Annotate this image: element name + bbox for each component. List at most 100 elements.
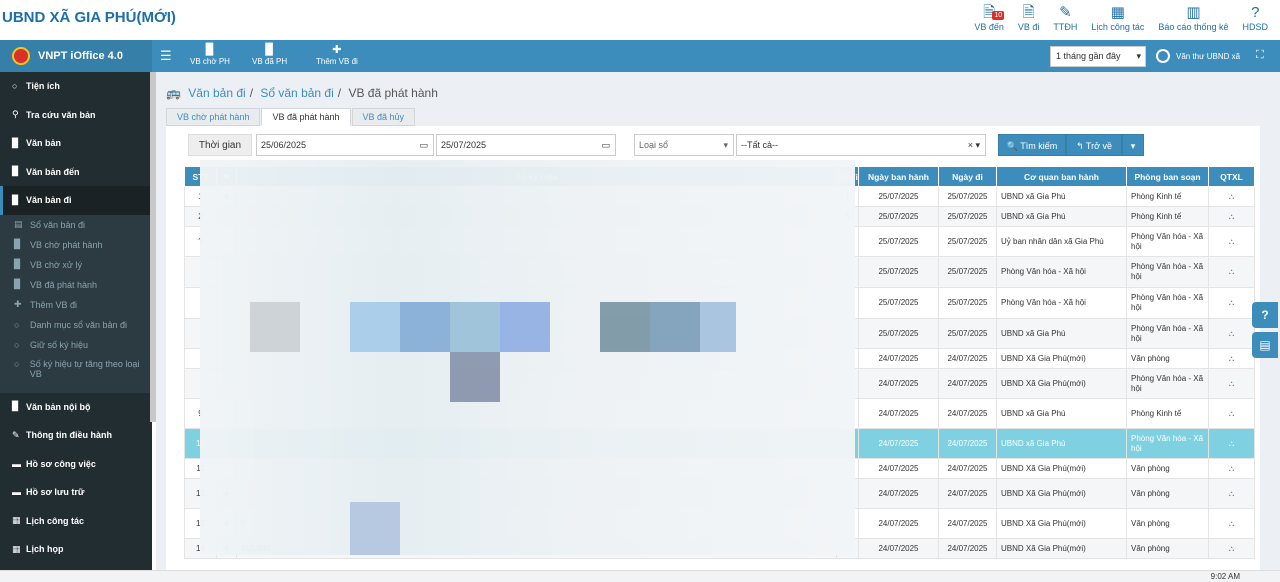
header-tool-5[interactable]: ? HDSD [1242, 4, 1268, 32]
sidebar-item[interactable]: ▉ Văn bản đi [0, 186, 152, 215]
table-row[interactable]: 12 ★ 24/07/2025 24/07/2025 UBND Xã Gia Phú(m… [184, 478, 1255, 509]
sidebar-item[interactable]: ○ Tiện ích [0, 72, 152, 101]
cell-kyhieu[interactable] [236, 206, 837, 227]
process-tree-icon[interactable]: ⛬ [1208, 428, 1255, 459]
tab-pending[interactable]: VB chờ phát hành [166, 108, 261, 126]
cell-kyhieu[interactable] [236, 398, 837, 429]
sidebar-item[interactable]: ▤ Sổ văn bản đi [0, 215, 152, 235]
sidebar-item[interactable]: ▉ VB chờ xử lý [0, 255, 152, 275]
book-select[interactable]: --Tất cả-- × ▾ [736, 134, 986, 156]
sidebar-item[interactable]: ○ Số ký hiệu tự tăng theo loại VB [0, 355, 152, 393]
cell-phong: Văn phòng [1126, 458, 1209, 479]
process-tree-icon[interactable]: ⛬ [1208, 348, 1255, 369]
fullscreen-icon[interactable]: ⛶ [1256, 49, 1264, 62]
sidebar-item[interactable]: ✚ Thêm VB đi [0, 295, 152, 315]
header-tool-0[interactable]: 🗎 10 VB đến [974, 4, 1005, 32]
process-tree-icon[interactable]: ⛬ [1208, 508, 1255, 539]
header-tool-3[interactable]: ▦ Lịch công tác [1091, 4, 1144, 32]
cell-sodi [836, 256, 859, 288]
header-tool-2[interactable]: ✎ TTĐH [1053, 4, 1077, 32]
sidebar-item[interactable]: ⚲ Tra cứu văn bản [0, 101, 152, 130]
cell-kyhieu[interactable] [236, 287, 837, 319]
sidebar-item[interactable]: ▉ Văn bản đến [0, 158, 152, 187]
process-tree-icon[interactable]: ⛬ [1208, 256, 1255, 288]
sidebar-item[interactable]: ▉ VB chờ phát hành [0, 235, 152, 255]
date-to-input[interactable]: 25/07/2025 ▭ [436, 134, 616, 156]
sidebar-item[interactable]: ▉ VB đã phát hành [0, 275, 152, 295]
header-tool-4[interactable]: ▥ Báo cáo thống kê [1158, 4, 1228, 32]
header-tool-1[interactable]: 🗎 VB đi [1018, 4, 1040, 32]
book-type-select[interactable]: Loại sổ ▾ [634, 134, 734, 156]
cell-kyhieu[interactable] [236, 428, 837, 459]
table-row[interactable]: 13 ★ 9 24/07/2025 24/07/2025 UBND Xã Gia Phú(… [184, 508, 1255, 539]
process-tree-icon[interactable]: ⛬ [1208, 287, 1255, 319]
process-tree-icon[interactable]: ⛬ [1208, 368, 1255, 399]
nav-button-2[interactable]: ✚ Thêm VB đi [316, 44, 358, 66]
breadcrumb-item-1[interactable]: Sổ văn bản đi [260, 86, 333, 100]
cell-kyhieu[interactable] [236, 478, 837, 509]
table-row[interactable]: 1 ★ 1 25/07/2025 25/07/2025 UBND xã Gia Phú Ph… [184, 186, 1255, 207]
process-tree-icon[interactable]: ⛬ [1208, 538, 1255, 559]
nav-button-1[interactable]: ▉ VB đã PH [252, 44, 287, 66]
table-row[interactable]: 14 ★ 91/UBNI 24/07/2025 24/07/2025 UBND Xã Gi… [184, 538, 1255, 559]
cell-kyhieu[interactable] [236, 186, 837, 207]
cell-kyhieu[interactable] [236, 368, 837, 399]
sidebar-item[interactable]: ○ Danh mục sổ văn bản đi [0, 315, 152, 335]
app-logo[interactable]: VNPT iOffice 4.0 [0, 40, 152, 72]
cell-kyhieu[interactable]: 9 [236, 508, 837, 539]
search-button[interactable]: 🔍 Tìm kiếm [998, 134, 1066, 156]
sidebar-item[interactable]: ▉ Văn bản nội bộ [0, 393, 152, 422]
help-float-button[interactable]: ? [1252, 302, 1278, 328]
process-tree-icon[interactable]: ⛬ [1208, 226, 1255, 257]
sidebar-item[interactable]: ▦ Lịch họp [0, 535, 152, 564]
cell-kyhieu[interactable] [236, 318, 837, 349]
menu-toggle-icon[interactable]: ☰ [160, 48, 172, 64]
table-row[interactable]: ? 25/07/2025 25/07/2025 Uỷ ban nhân dân xã … [184, 226, 1255, 257]
nav-button-0[interactable]: ▉ VB chờ PH [190, 44, 230, 66]
sidebar-item[interactable]: ○ Giữ số ký hiệu [0, 335, 152, 355]
sidebar-item[interactable]: ▬ Hồ sơ lưu trữ [0, 478, 152, 507]
cell-kyhieu[interactable]: 91/UBNI [236, 538, 837, 559]
more-dropdown-button[interactable]: ▾ [1122, 134, 1144, 156]
column-header[interactable]: ★ [216, 166, 237, 187]
table-row[interactable]: 25/07/2025 25/07/2025 Phòng Văn hóa - Xã h… [184, 256, 1255, 288]
table-row[interactable]: 10 24/07/2025 24/07/2025 UBND xã Gia Phú Phò… [184, 428, 1255, 459]
user-menu[interactable]: Văn thư UBND xã [1156, 49, 1240, 63]
sidebar-item[interactable]: ▉ Văn bản [0, 129, 152, 158]
table-row[interactable]: 9 24/07/2025 24/07/2025 UBND xã Gia Phú Phòn… [184, 398, 1255, 429]
process-tree-icon[interactable]: ⛬ [1208, 206, 1255, 227]
cell-kyhieu[interactable] [236, 256, 837, 288]
cell-star: ★ [216, 508, 237, 539]
sidebar-item-label: Số ký hiệu tự tăng theo loại VB [29, 358, 140, 379]
table-row[interactable]: 24/07/2025 24/07/2025 UBND Xã Gia Phú(mới)… [184, 368, 1255, 399]
process-tree-icon[interactable]: ⛬ [1208, 398, 1255, 429]
cell-kyhieu[interactable] [236, 458, 837, 479]
date-from-input[interactable]: 25/06/2025 ▭ [256, 134, 434, 156]
chat-float-button[interactable]: ▤ [1252, 332, 1278, 358]
clear-icon[interactable]: × ▾ [968, 135, 980, 155]
process-tree-icon[interactable]: ⛬ [1208, 186, 1255, 207]
cell-phong: Văn phòng [1126, 478, 1209, 509]
process-tree-icon[interactable]: ⛬ [1208, 318, 1255, 349]
sidebar-item[interactable]: ✎ Thông tin điều hành [0, 421, 152, 450]
cell-sodi [836, 398, 859, 429]
period-value: 1 tháng gần đây [1056, 51, 1121, 61]
process-tree-icon[interactable]: ⛬ [1208, 458, 1255, 479]
table-row[interactable]: 2 5 25/07/2025 25/07/2025 UBND xã Gia Phú Phò… [184, 206, 1255, 227]
process-tree-icon[interactable]: ⛬ [1208, 478, 1255, 509]
cell-kyhieu[interactable] [236, 226, 837, 257]
tab-published[interactable]: VB đã phát hành [261, 108, 351, 126]
table-row[interactable]: 25/07/2025 25/07/2025 Phòng Văn hóa - Xã h… [184, 287, 1255, 319]
breadcrumb-item-0[interactable]: Văn bản đi [188, 86, 245, 100]
sidebar-item[interactable]: ▬ Hồ sơ công việc [0, 450, 152, 479]
tab-cancelled[interactable]: VB đã hủy [351, 108, 416, 126]
back-label: Trở về [1085, 141, 1112, 151]
cell-kyhieu[interactable] [236, 348, 837, 369]
table-row[interactable]: 11 24/07/2025 24/07/2025 UBND Xã Gia Phú(mớ… [184, 458, 1255, 479]
table-row[interactable]: 24/07/2025 24/07/2025 UBND Xã Gia Phú(mới)… [184, 348, 1255, 369]
back-button[interactable]: ↰ Trở về [1066, 134, 1122, 156]
period-select[interactable]: 1 tháng gần đây ▾ [1050, 46, 1146, 67]
sidebar-item-label: Lịch họp [26, 544, 64, 555]
table-row[interactable]: 25/07/2025 25/07/2025 UBND xã Gia Phú Phòng… [184, 318, 1255, 349]
sidebar-item[interactable]: ▦ Lịch công tác [0, 507, 152, 536]
